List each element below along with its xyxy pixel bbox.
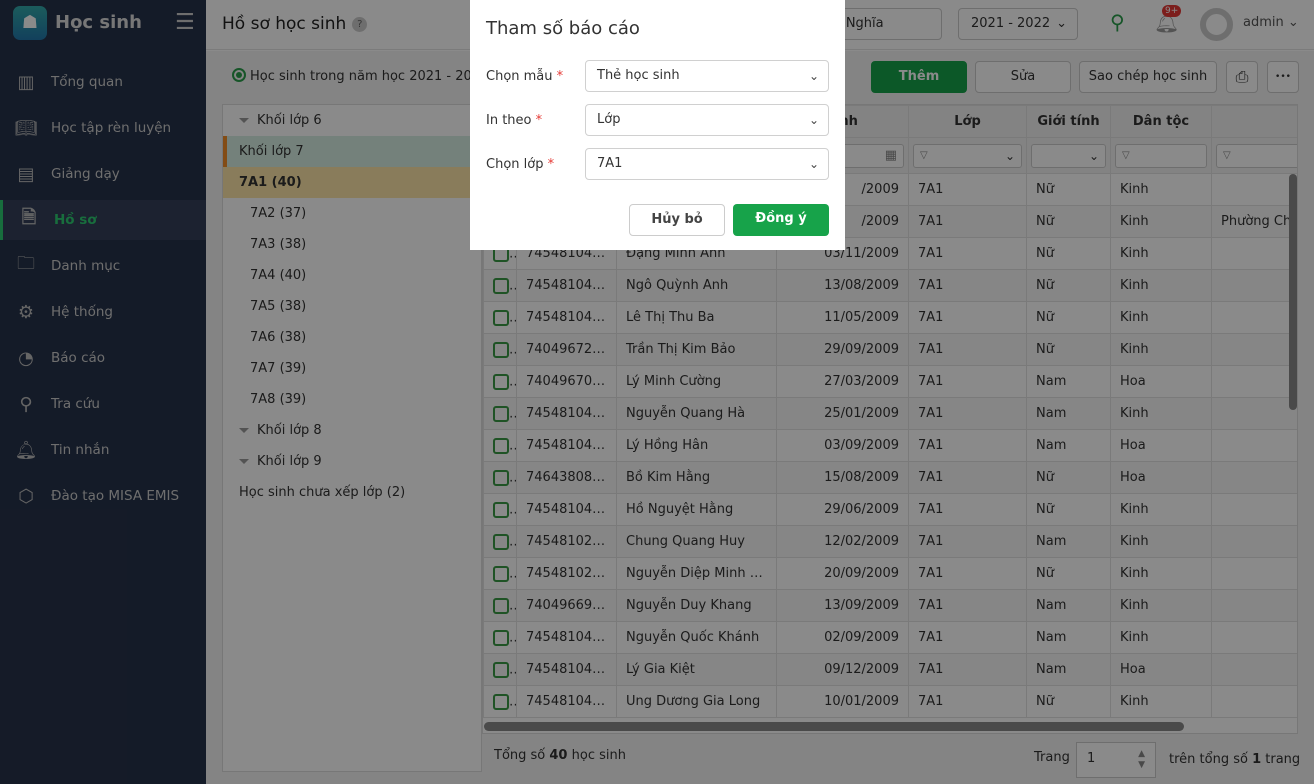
chevron-down-icon: ⌄ xyxy=(808,113,819,127)
cancel-button[interactable]: Hủy bỏ xyxy=(629,204,725,236)
field-label: In theo * xyxy=(486,113,543,128)
field-select[interactable]: 7A1 ⌄ xyxy=(585,148,829,180)
chevron-down-icon: ⌄ xyxy=(808,69,819,83)
field-label: Chọn lớp * xyxy=(486,157,555,172)
report-params-dialog: Tham số báo cáo Chọn mẫu * Thẻ học sinh ⌄… xyxy=(470,0,845,250)
ok-button[interactable]: Đồng ý xyxy=(733,204,829,236)
dialog-title: Tham số báo cáo xyxy=(486,18,640,39)
field-select[interactable]: Thẻ học sinh ⌄ xyxy=(585,60,829,92)
chevron-down-icon: ⌄ xyxy=(808,157,819,171)
field-label: Chọn mẫu * xyxy=(486,69,564,84)
field-select[interactable]: Lớp ⌄ xyxy=(585,104,829,136)
